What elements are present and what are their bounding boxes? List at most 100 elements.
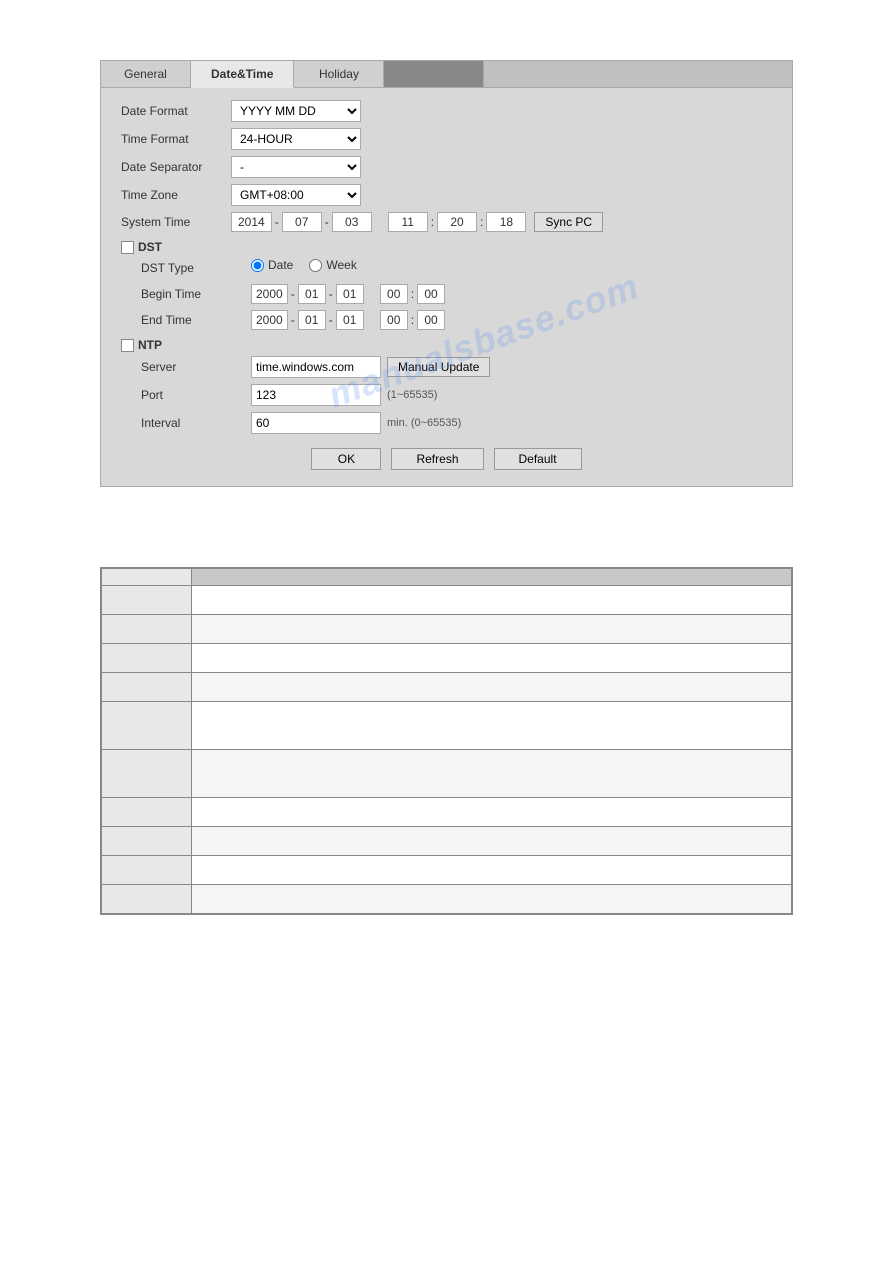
time-zone-select[interactable]: GMT+08:00 <box>231 184 361 206</box>
dst-checkbox[interactable] <box>121 241 134 254</box>
ntp-interval-input[interactable] <box>251 412 381 434</box>
dst-end-month: 01 <box>298 310 326 330</box>
table-row <box>102 644 792 673</box>
bottom-buttons: OK Refresh Default <box>121 448 772 470</box>
table-cell-left <box>102 586 192 615</box>
dst-section-header: DST <box>121 240 772 254</box>
table-cell-right <box>192 644 792 673</box>
date-separator-label: Date Separator <box>121 160 231 174</box>
dst-type-label: DST Type <box>141 261 251 275</box>
table-header-col1 <box>102 569 192 586</box>
time-zone-label: Time Zone <box>121 188 231 202</box>
tab-general[interactable]: General <box>101 61 191 87</box>
system-time-year: 2014 <box>231 212 272 232</box>
ntp-server-input[interactable]: time.windows.com <box>251 356 381 378</box>
lower-table-wrapper <box>100 567 793 915</box>
table-cell-right <box>192 702 792 750</box>
ntp-interval-row: Interval min. (0~65535) <box>141 412 772 434</box>
ntp-interval-hint: min. (0~65535) <box>387 417 461 429</box>
system-time-label: System Time <box>121 215 231 229</box>
table-row <box>102 856 792 885</box>
dst-label: DST <box>138 240 162 254</box>
panel-body: Date Format YYYY MM DD Time Format 24-HO… <box>101 88 792 486</box>
system-time-month: 07 <box>282 212 322 232</box>
manual-update-button[interactable]: Manual Update <box>387 357 490 377</box>
table-cell-right <box>192 750 792 798</box>
table-cell-left <box>102 856 192 885</box>
table-row <box>102 827 792 856</box>
ntp-port-hint: (1~65535) <box>387 389 437 401</box>
tab-extra[interactable] <box>384 61 484 87</box>
dst-end-min: 00 <box>417 310 445 330</box>
table-cell-left <box>102 885 192 914</box>
dst-end-label: End Time <box>141 313 251 327</box>
dst-end-day: 01 <box>336 310 364 330</box>
table-cell-right <box>192 885 792 914</box>
dst-begin-label: Begin Time <box>141 287 251 301</box>
dst-radio-date-text: Date <box>268 258 293 272</box>
table-cell-left <box>102 798 192 827</box>
time-format-row: Time Format 24-HOUR <box>121 128 772 150</box>
dst-begin-year: 2000 <box>251 284 288 304</box>
table-cell-right <box>192 827 792 856</box>
ntp-server-label: Server <box>141 360 251 374</box>
table-cell-right <box>192 856 792 885</box>
ntp-port-row: Port (1~65535) <box>141 384 772 406</box>
date-format-select[interactable]: YYYY MM DD <box>231 100 361 122</box>
tab-datetime[interactable]: Date&Time <box>191 61 294 88</box>
table-cell-left <box>102 702 192 750</box>
system-time-sec: 18 <box>486 212 526 232</box>
dst-begin-row: Begin Time 2000 - 01 - 01 00 : 00 <box>141 284 772 304</box>
table-row <box>102 798 792 827</box>
table-cell-right <box>192 586 792 615</box>
dst-radio-week-text: Week <box>326 258 356 272</box>
system-time-hour: 11 <box>388 212 428 232</box>
dst-end-row: End Time 2000 - 01 - 01 00 : 00 <box>141 310 772 330</box>
dst-begin-hour: 00 <box>380 284 408 304</box>
time-zone-row: Time Zone GMT+08:00 <box>121 184 772 206</box>
date-separator-row: Date Separator - <box>121 156 772 178</box>
dst-radio-week[interactable] <box>309 259 322 272</box>
table-cell-left <box>102 615 192 644</box>
ntp-checkbox-label[interactable]: NTP <box>121 338 162 352</box>
table-cell-right <box>192 615 792 644</box>
dst-begin-month: 01 <box>298 284 326 304</box>
table-row <box>102 885 792 914</box>
dst-end-year: 2000 <box>251 310 288 330</box>
sync-pc-button[interactable]: Sync PC <box>534 212 603 232</box>
refresh-button[interactable]: Refresh <box>391 448 483 470</box>
tabs-row: General Date&Time Holiday <box>101 61 792 88</box>
dst-checkbox-label[interactable]: DST <box>121 240 162 254</box>
table-header-col2 <box>192 569 792 586</box>
time-format-select[interactable]: 24-HOUR <box>231 128 361 150</box>
table-cell-left <box>102 673 192 702</box>
ok-button[interactable]: OK <box>311 448 381 470</box>
ntp-section-header: NTP <box>121 338 772 352</box>
ntp-label: NTP <box>138 338 162 352</box>
dst-end-hour: 00 <box>380 310 408 330</box>
time-format-label: Time Format <box>121 132 231 146</box>
lower-table <box>101 568 792 914</box>
date-format-row: Date Format YYYY MM DD <box>121 100 772 122</box>
ntp-port-input[interactable] <box>251 384 381 406</box>
dst-radio-week-label[interactable]: Week <box>309 258 356 272</box>
settings-panel: General Date&Time Holiday Date Format YY… <box>100 60 793 487</box>
default-button[interactable]: Default <box>494 448 582 470</box>
table-cell-left <box>102 750 192 798</box>
table-cell-left <box>102 827 192 856</box>
table-row <box>102 702 792 750</box>
table-cell-right <box>192 798 792 827</box>
date-separator-select[interactable]: - <box>231 156 361 178</box>
system-time-row: System Time 2014 - 07 - 03 11 : 20 : 18 … <box>121 212 772 232</box>
system-time-day: 03 <box>332 212 372 232</box>
ntp-checkbox[interactable] <box>121 339 134 352</box>
table-row <box>102 615 792 644</box>
table-cell-left <box>102 644 192 673</box>
table-row <box>102 750 792 798</box>
ntp-port-label: Port <box>141 388 251 402</box>
date-format-label: Date Format <box>121 104 231 118</box>
dst-radio-date[interactable] <box>251 259 264 272</box>
dst-radio-date-label[interactable]: Date <box>251 258 293 272</box>
tab-holiday[interactable]: Holiday <box>294 61 384 87</box>
table-row <box>102 586 792 615</box>
